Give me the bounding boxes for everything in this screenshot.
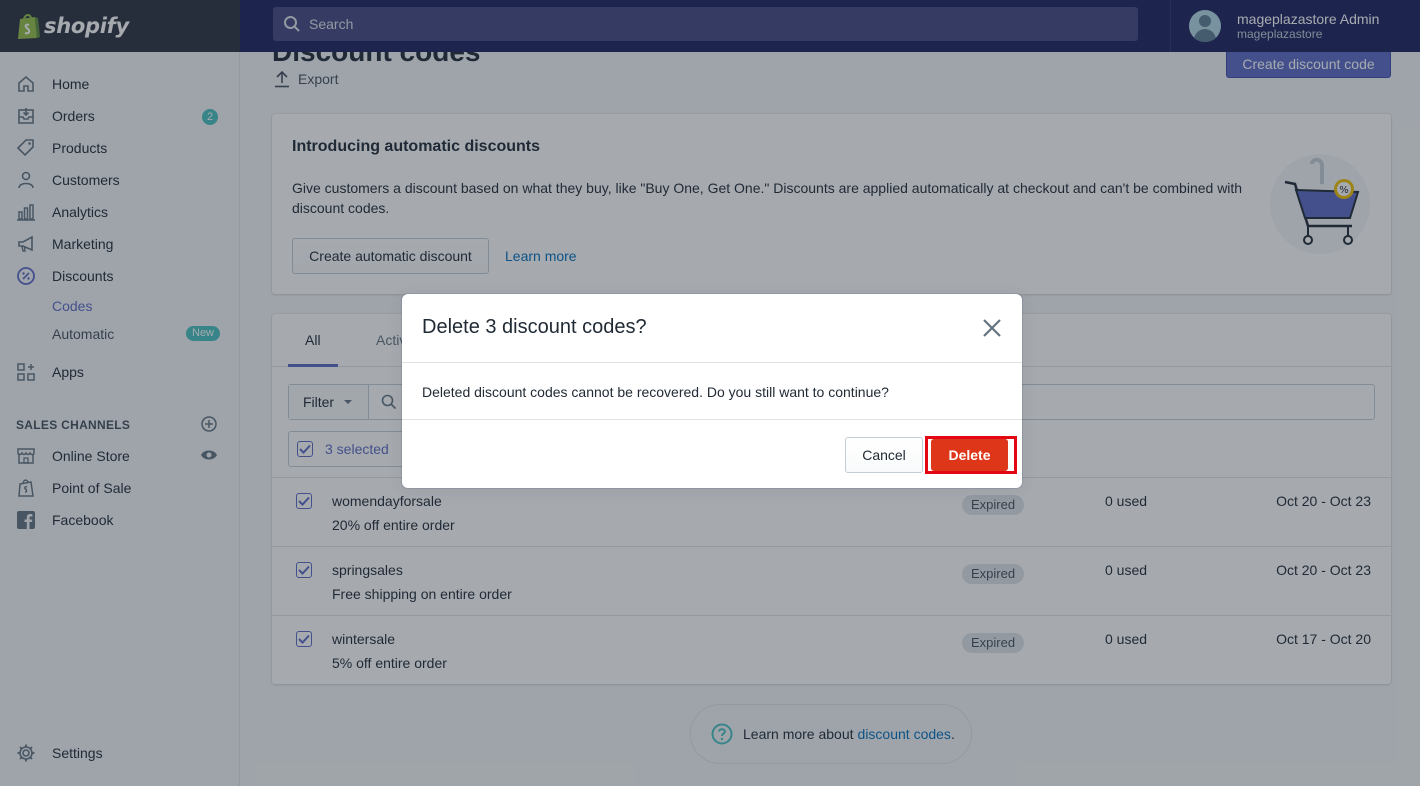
cancel-button[interactable]: Cancel: [845, 437, 923, 473]
delete-confirmation-modal: Delete 3 discount codes? Deleted discoun…: [402, 294, 1022, 488]
modal-header: Delete 3 discount codes?: [402, 294, 1022, 363]
close-icon[interactable]: [980, 316, 1004, 340]
modal-title: Delete 3 discount codes?: [422, 316, 647, 338]
delete-button[interactable]: Delete: [931, 439, 1008, 471]
modal-message: Deleted discount codes cannot be recover…: [422, 384, 889, 400]
